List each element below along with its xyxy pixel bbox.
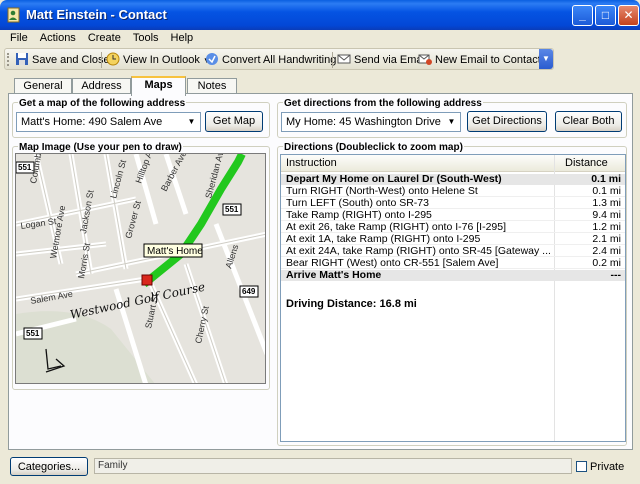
table-row[interactable]: At exit 26, take Ramp (RIGHT) onto I-76 … bbox=[281, 222, 625, 233]
view-in-outlook-button[interactable]: View In Outlook ▼ bbox=[106, 52, 211, 68]
save-icon bbox=[16, 53, 28, 65]
row-distance: 0.1 mi bbox=[592, 185, 621, 197]
distance-column-header[interactable]: Distance bbox=[565, 157, 608, 169]
table-row[interactable]: At exit 1A, take Ramp (RIGHT) onto I-295… bbox=[281, 234, 625, 245]
directions-address-label: Get directions from the following addres… bbox=[283, 98, 483, 109]
row-distance: 2.4 mi bbox=[592, 245, 621, 257]
minimize-button[interactable]: _ bbox=[572, 5, 593, 26]
new-email-icon bbox=[418, 54, 432, 65]
private-checkbox[interactable] bbox=[576, 461, 587, 472]
tab-address-label: Address bbox=[81, 80, 122, 92]
clear-both-button[interactable]: Clear Both bbox=[555, 111, 622, 132]
outlook-clock-icon bbox=[106, 52, 120, 66]
directions-table[interactable]: Instruction Distance Depart My Home on L… bbox=[280, 154, 626, 442]
route-shield: 649 bbox=[242, 287, 256, 296]
category-field[interactable]: Family bbox=[94, 458, 572, 474]
table-row[interactable]: Take Ramp (RIGHT) onto I-295 9.4 mi bbox=[281, 210, 625, 221]
map-address-label: Get a map of the following address bbox=[18, 98, 187, 109]
get-map-button[interactable]: Get Map bbox=[205, 111, 263, 132]
tab-notes-label: Notes bbox=[197, 80, 227, 92]
tab-general-label: General bbox=[23, 80, 63, 92]
title-bar: Matt Einstein - Contact _ □ ✕ bbox=[0, 0, 640, 30]
toolbar-grip[interactable] bbox=[7, 53, 10, 66]
row-distance: --- bbox=[610, 269, 622, 281]
new-email-to-contact-button[interactable]: New Email to Contact bbox=[418, 52, 541, 68]
row-instruction: Turn LEFT (South) onto SR-73 bbox=[286, 198, 429, 209]
send-via-email-button[interactable]: Send via Email bbox=[337, 52, 427, 68]
menu-actions[interactable]: Actions bbox=[34, 30, 82, 44]
row-instruction: Turn RIGHT (North-West) onto Helene St bbox=[286, 186, 478, 197]
toolbar: Save and Close View In Outlook ▼ Convert… bbox=[4, 48, 554, 70]
save-and-close-button[interactable]: Save and Close bbox=[15, 52, 110, 68]
convert-icon bbox=[206, 53, 218, 65]
send-email-icon bbox=[337, 54, 351, 64]
table-row[interactable]: Bear RIGHT (West) onto CR-551 [Salem Ave… bbox=[281, 258, 625, 269]
driving-distance: Driving Distance: 16.8 mi bbox=[286, 298, 417, 310]
row-instruction: Bear RIGHT (West) onto CR-551 [Salem Ave… bbox=[286, 258, 499, 269]
convert-handwriting-label: Convert All Handwriting bbox=[222, 54, 337, 66]
instruction-column-header[interactable]: Instruction bbox=[286, 157, 337, 169]
row-distance: 1.3 mi bbox=[592, 197, 621, 209]
row-instruction: Take Ramp (RIGHT) onto I-295 bbox=[286, 210, 432, 221]
menu-help[interactable]: Help bbox=[165, 30, 200, 44]
menu-tools[interactable]: Tools bbox=[127, 30, 165, 44]
new-email-to-contact-label: New Email to Contact bbox=[435, 54, 541, 66]
marker-label: Matt's Home bbox=[147, 246, 203, 257]
map-canvas: 551 551 649 551 Barber Ave Sheridan Ave … bbox=[16, 154, 265, 383]
row-instruction: Arrive Matt's Home bbox=[286, 270, 382, 281]
save-and-close-label: Save and Close bbox=[32, 54, 110, 66]
directions-address-value: My Home: 45 Washington Drive bbox=[286, 116, 441, 128]
menu-file[interactable]: File bbox=[4, 30, 34, 44]
row-distance: 2.1 mi bbox=[592, 233, 621, 245]
directions-label: Directions (Doubleclick to zoom map) bbox=[283, 142, 464, 153]
get-directions-button[interactable]: Get Directions bbox=[467, 111, 547, 132]
window-title: Matt Einstein - Contact bbox=[26, 7, 167, 22]
directions-address-select[interactable]: My Home: 45 Washington Drive ▼ bbox=[281, 112, 461, 132]
contact-app-icon bbox=[7, 7, 20, 23]
table-row[interactable]: Depart My Home on Laurel Dr (South-West)… bbox=[281, 174, 625, 185]
chevron-down-icon[interactable]: ▼ bbox=[444, 114, 459, 130]
table-row[interactable]: Turn RIGHT (North-West) onto Helene St 0.… bbox=[281, 186, 625, 197]
table-row[interactable]: Arrive Matt's Home --- bbox=[281, 270, 625, 281]
menu-create[interactable]: Create bbox=[82, 30, 127, 44]
home-marker-icon[interactable] bbox=[141, 274, 153, 286]
row-instruction: At exit 26, take Ramp (RIGHT) onto I-76 … bbox=[286, 222, 507, 233]
map-address-value: Matt's Home: 490 Salem Ave bbox=[21, 116, 163, 128]
categories-button[interactable]: Categories... bbox=[10, 457, 88, 476]
menu-bar: File Actions Create Tools Help bbox=[4, 30, 636, 48]
row-distance: 1.2 mi bbox=[592, 221, 621, 233]
table-row[interactable]: At exit 24A, take Ramp (RIGHT) onto SR-4… bbox=[281, 246, 625, 257]
private-label: Private bbox=[590, 461, 625, 473]
table-row[interactable]: Turn LEFT (South) onto SR-73 1.3 mi bbox=[281, 198, 625, 209]
row-instruction: At exit 1A, take Ramp (RIGHT) onto I-295 bbox=[286, 234, 481, 245]
toolbar-separator bbox=[101, 52, 102, 68]
close-button[interactable]: ✕ bbox=[618, 5, 639, 26]
maximize-button[interactable]: □ bbox=[595, 5, 616, 26]
directions-header: Instruction Distance bbox=[281, 155, 625, 172]
tab-maps-label: Maps bbox=[144, 79, 173, 91]
route-shield: 551 bbox=[26, 329, 40, 338]
row-distance: 0.2 mi bbox=[592, 257, 621, 269]
toolbar-overflow-chevron[interactable]: ▼ bbox=[539, 49, 553, 69]
send-via-email-label: Send via Email bbox=[354, 54, 428, 66]
convert-handwriting-button[interactable]: Convert All Handwriting bbox=[205, 52, 336, 68]
route-shield: 551 bbox=[225, 205, 239, 214]
row-distance: 9.4 mi bbox=[592, 209, 621, 221]
tab-maps[interactable]: Maps bbox=[131, 76, 186, 96]
row-distance: 0.1 mi bbox=[591, 173, 621, 185]
map-image[interactable]: 551 551 649 551 Barber Ave Sheridan Ave … bbox=[15, 153, 266, 384]
map-address-select[interactable]: Matt's Home: 490 Salem Ave ▼ bbox=[16, 112, 201, 132]
view-in-outlook-label: View In Outlook bbox=[123, 54, 200, 66]
row-instruction: At exit 24A, take Ramp (RIGHT) onto SR-4… bbox=[286, 246, 550, 257]
chevron-down-icon[interactable]: ▼ bbox=[184, 114, 199, 130]
toolbar-separator bbox=[332, 52, 333, 68]
row-instruction: Depart My Home on Laurel Dr (South-West) bbox=[286, 174, 502, 185]
map-image-label: Map Image (Use your pen to draw) bbox=[18, 142, 183, 153]
